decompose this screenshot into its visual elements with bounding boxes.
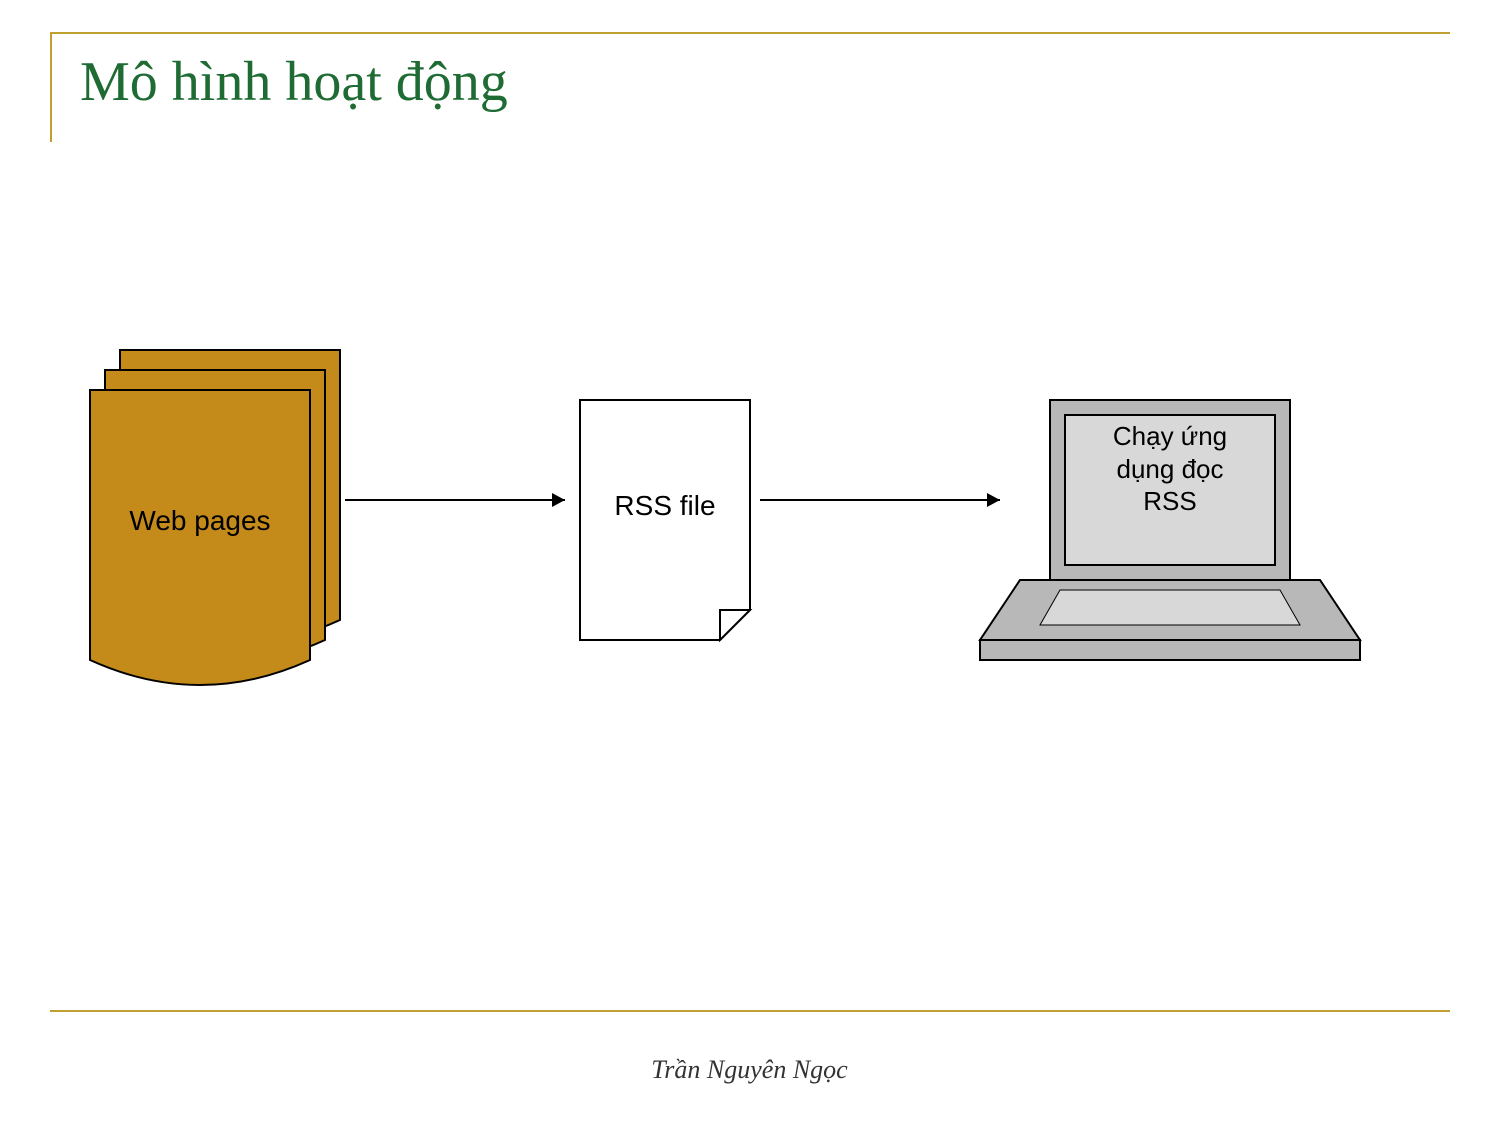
laptop-label-line3: RSS xyxy=(1143,486,1196,516)
author-footer: Trần Nguyên Ngọc xyxy=(0,1055,1499,1085)
laptop-icon xyxy=(0,0,1499,1124)
flow-diagram: Web pages RSS file Chạy ứng dụng đọc RSS xyxy=(0,0,1499,1124)
laptop-label: Chạy ứng dụng đọc RSS xyxy=(1065,420,1275,518)
laptop-label-line1: Chạy ứng xyxy=(1113,421,1227,451)
laptop-label-line2: dụng đọc xyxy=(1117,454,1224,484)
